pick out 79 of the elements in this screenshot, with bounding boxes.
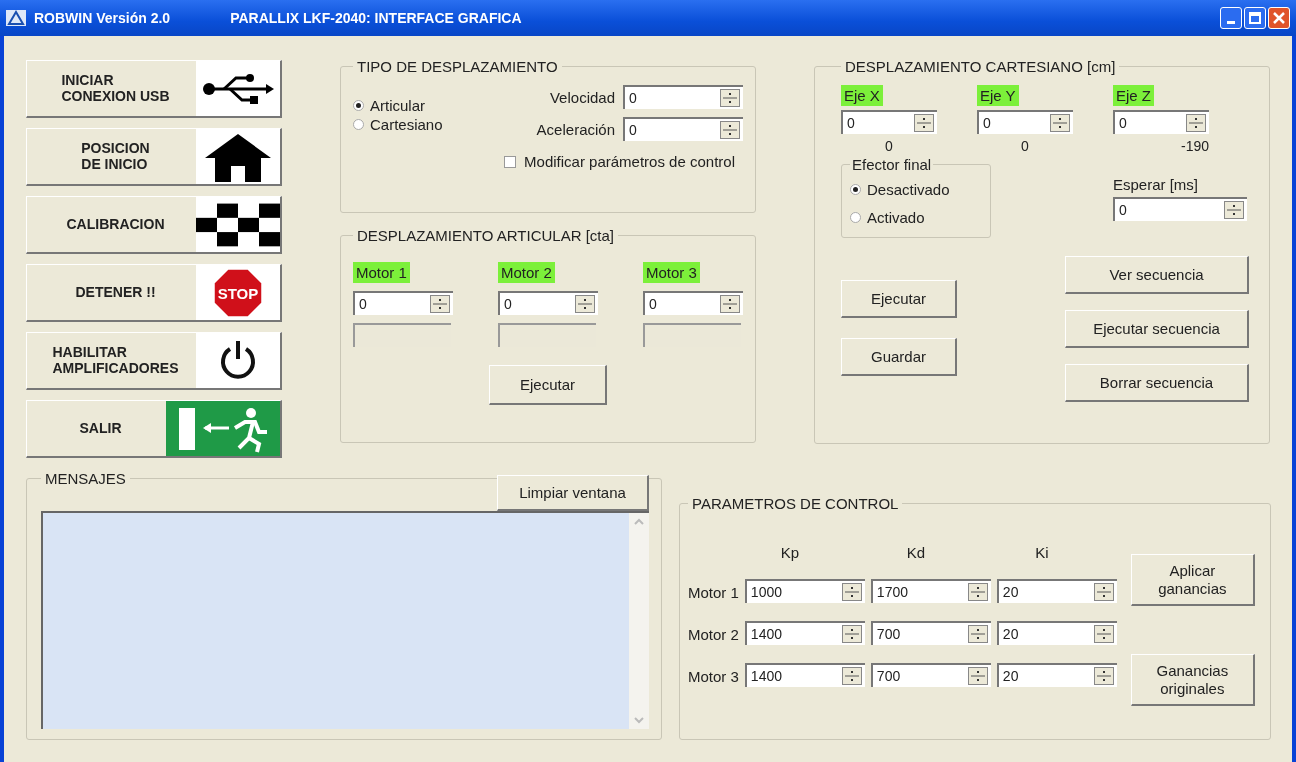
motor-label: Motor 3 <box>643 262 700 283</box>
sequence-button[interactable]: Borrar secuencia <box>1065 364 1249 402</box>
group-title: MENSAJES <box>44 470 127 487</box>
sequence-button[interactable]: Ejecutar secuencia <box>1065 310 1249 348</box>
usb-icon <box>202 73 274 104</box>
axis-label: Eje X <box>841 85 883 106</box>
spin-arrows-icon[interactable] <box>841 667 862 685</box>
close-icon <box>1273 12 1285 24</box>
spin-arrows-icon[interactable] <box>430 295 450 313</box>
radio-label[interactable]: Desactivado <box>867 180 950 198</box>
app-logo-icon <box>6 10 26 26</box>
spin-arrows-icon[interactable] <box>1093 667 1114 685</box>
group-title: DESPLAZAMIENTO ARTICULAR [cta] <box>356 227 615 244</box>
spin-arrows-icon[interactable] <box>841 625 862 643</box>
group-title: DESPLAZAMIENTO CARTESIANO [cm] <box>844 58 1117 75</box>
column-header: Kp <box>779 544 801 561</box>
radio-button[interactable] <box>353 100 364 111</box>
field-label: Esperar [ms] <box>1113 176 1200 193</box>
command-button[interactable]: INICIAR CONEXION USB <box>26 60 282 118</box>
action-button[interactable]: Ejecutar <box>841 280 957 318</box>
radio-label[interactable]: Articular <box>370 97 425 114</box>
spin-arrows-icon[interactable] <box>1093 625 1114 643</box>
motor-label: Motor 2 <box>498 262 555 283</box>
stop-sign-icon: STOP <box>213 267 263 318</box>
maximize-icon <box>1249 12 1261 24</box>
group-title: PARAMETROS DE CONTROL <box>691 495 900 512</box>
command-button[interactable]: POSICION DE INICIO <box>26 128 282 186</box>
radio-label[interactable]: Cartesiano <box>370 116 443 133</box>
spin-arrows-icon[interactable] <box>914 114 934 132</box>
minimize-button[interactable] <box>1220 7 1242 29</box>
radio-button[interactable] <box>850 183 861 195</box>
row-label: Motor 1 <box>688 584 739 603</box>
row-label: Motor 2 <box>688 626 739 645</box>
axis-label: Eje Y <box>977 85 1019 106</box>
field-label: Aceleración <box>536 120 615 138</box>
gains-button[interactable]: Ganancias originales <box>1130 654 1255 706</box>
axis-reading: 0 <box>1020 138 1030 154</box>
spin-arrows-icon[interactable] <box>967 625 988 643</box>
close-button[interactable] <box>1268 7 1290 29</box>
axis-reading: 0 <box>884 138 894 154</box>
spin-arrows-icon[interactable] <box>841 583 862 601</box>
command-button[interactable]: SALIR <box>26 400 282 458</box>
field-label: Velocidad <box>549 88 615 106</box>
window-title: PARALLIX LKF-2040: INTERFACE GRAFICA <box>230 10 522 26</box>
radio-label[interactable]: Activado <box>867 208 925 226</box>
axis-reading: -190 <box>1179 138 1209 154</box>
checkbox-label[interactable]: Modificar parámetros de control <box>524 153 735 170</box>
house-icon <box>205 131 271 182</box>
axis-label: Eje Z <box>1113 85 1154 106</box>
action-button[interactable]: Guardar <box>841 338 957 376</box>
app-title: ROBWIN Versión 2.0 <box>34 10 171 26</box>
radio-button[interactable] <box>353 119 364 130</box>
command-button[interactable]: HABILITAR AMPLIFICADORES <box>26 332 282 390</box>
spin-arrows-icon[interactable] <box>575 295 595 313</box>
minimize-icon <box>1227 20 1235 24</box>
gains-button[interactable]: Aplicar ganancias <box>1130 554 1255 606</box>
spin-arrows-icon[interactable] <box>720 89 740 107</box>
column-header: Ki <box>1034 544 1050 561</box>
motor-label: Motor 1 <box>353 262 410 283</box>
sequence-button[interactable]: Ver secuencia <box>1065 256 1249 294</box>
spin-arrows-icon[interactable] <box>720 295 740 313</box>
spin-arrows-icon[interactable] <box>720 121 740 139</box>
spin-arrows-icon[interactable] <box>967 667 988 685</box>
execute-button[interactable]: Ejecutar <box>489 365 607 405</box>
spin-arrows-icon[interactable] <box>1224 201 1244 219</box>
radio-button[interactable] <box>850 211 861 223</box>
spin-arrows-icon[interactable] <box>1093 583 1114 601</box>
row-label: Motor 3 <box>688 668 739 687</box>
command-button[interactable]: DETENER !! STOP <box>26 264 282 322</box>
column-header: Kd <box>905 544 927 561</box>
clear-button[interactable]: Limpiar ventana <box>497 475 649 511</box>
checkbox[interactable] <box>504 155 517 168</box>
maximize-button[interactable] <box>1244 7 1266 29</box>
group-title: TIPO DE DESPLAZAMIENTO <box>356 58 559 75</box>
spin-arrows-icon[interactable] <box>1186 114 1206 132</box>
group-title: Efector final <box>851 156 933 173</box>
spin-arrows-icon[interactable] <box>1050 114 1070 132</box>
spin-arrows-icon[interactable] <box>967 583 988 601</box>
command-button[interactable]: CALIBRACION <box>26 196 282 254</box>
